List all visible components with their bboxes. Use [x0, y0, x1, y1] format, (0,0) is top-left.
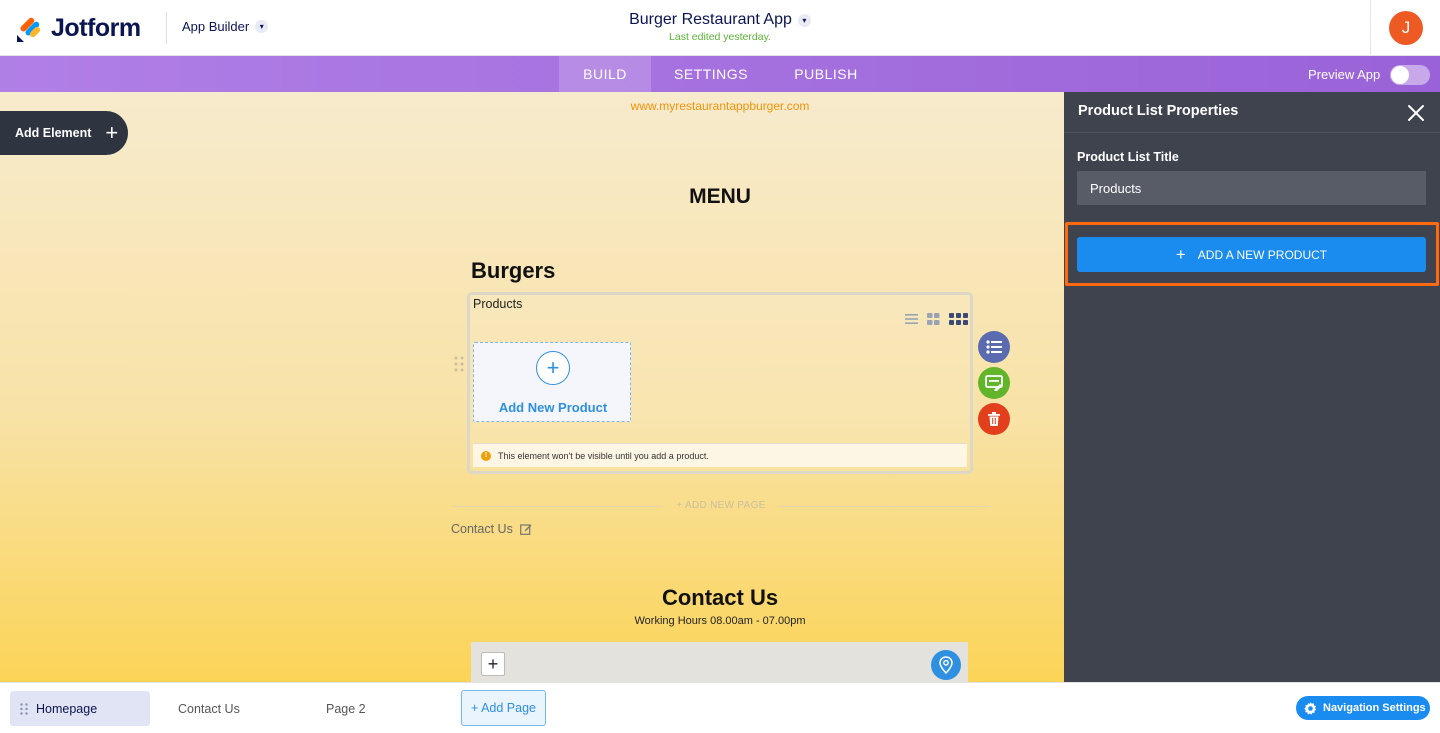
product-list-title-label: Product List Title	[1077, 150, 1179, 164]
location-map[interactable]: +	[471, 642, 968, 682]
element-edit-button[interactable]	[978, 367, 1010, 399]
top-header: Jotform App Builder ▾ Burger Restaurant …	[0, 0, 1440, 56]
page-tab-label: Homepage	[36, 701, 98, 716]
add-new-product-card[interactable]: + Add New Product	[473, 342, 631, 422]
app-title: Burger Restaurant App	[629, 11, 792, 28]
properties-panel: Product List Properties Product List Tit…	[1064, 92, 1440, 682]
contact-heading: Contact Us	[661, 585, 779, 610]
add-new-page-label: + ADD NEW PAGE	[676, 500, 766, 511]
close-icon[interactable]	[1404, 101, 1428, 125]
navigation-settings-label: Navigation Settings	[1323, 702, 1426, 714]
list-properties-icon	[986, 340, 1002, 354]
tab-publish[interactable]: PUBLISH	[781, 56, 871, 92]
section-heading: Burgers	[471, 258, 556, 283]
app-canvas: www.myrestaurantappburger.com Add Elemen…	[0, 92, 1064, 682]
avatar-divider	[1370, 0, 1371, 56]
element-delete-button[interactable]	[978, 403, 1010, 435]
drag-handle-icon[interactable]	[454, 356, 464, 372]
working-hours: Working Hours 08.00am - 07.00pm	[634, 615, 806, 627]
builder-nav: BUILD SETTINGS PUBLISH Preview App	[0, 56, 1440, 92]
page-tab-label: Contact Us	[178, 701, 240, 716]
list-view-icon[interactable]	[905, 313, 918, 325]
tab-settings[interactable]: SETTINGS	[661, 56, 761, 92]
element-properties-button[interactable]	[978, 331, 1010, 363]
product-list-title: Products	[473, 297, 523, 311]
panel-header: Product List Properties	[1064, 92, 1440, 133]
panel-title: Product List Properties	[1078, 103, 1239, 119]
map-pin-icon[interactable]	[931, 650, 961, 680]
plus-icon: +	[1175, 244, 1186, 264]
add-new-product-button-label: ADD A NEW PRODUCT	[1197, 247, 1328, 262]
trash-icon	[988, 412, 1000, 426]
page-tab-page-2[interactable]: Page 2	[326, 691, 366, 726]
location-pin-icon	[939, 656, 953, 674]
navigation-settings-button[interactable]: Navigation Settings	[1296, 696, 1430, 720]
gear-icon	[1304, 701, 1317, 715]
warning-icon: !	[481, 450, 491, 461]
site-url-link[interactable]: www.myrestaurantappburger.com	[0, 99, 1064, 113]
page-navigation-bar: Homepage Contact Us Page 2	[0, 682, 1440, 733]
compact-grid-view-icon[interactable]	[949, 313, 968, 325]
map-zoom-in-button[interactable]: +	[481, 652, 505, 676]
drag-handle-icon[interactable]	[20, 702, 28, 715]
add-new-page-link[interactable]: + ADD NEW PAGE	[452, 500, 990, 511]
product-list-title-input[interactable]	[1077, 171, 1426, 205]
page-label-contact[interactable]: Contact Us	[451, 522, 532, 536]
chevron-down-icon: ▾	[797, 13, 811, 27]
preview-app-toggle[interactable]	[1390, 65, 1430, 85]
toggle-knob	[1391, 66, 1409, 84]
product-list-element[interactable]: Products + Add New Product ! This elemen…	[467, 292, 973, 474]
last-edited-status: Last edited yesterday.	[669, 31, 771, 43]
page-name: Contact Us	[451, 522, 513, 536]
page-tab-contact-us[interactable]: Contact Us	[178, 691, 240, 726]
preview-app-label: Preview App	[1308, 67, 1381, 82]
edit-icon[interactable]	[519, 523, 532, 535]
visibility-warning: ! This element won't be visible until yo…	[473, 443, 967, 467]
edit-card-icon	[985, 375, 1003, 391]
add-new-product-button[interactable]: + ADD A NEW PRODUCT	[1077, 237, 1426, 272]
menu-heading: MENU	[689, 185, 751, 208]
page-tab-label: Page 2	[326, 701, 366, 716]
plus-circle-icon: +	[536, 351, 570, 385]
add-element-button[interactable]: Add Element +	[0, 111, 128, 155]
add-page-button[interactable]: + Add Page	[461, 690, 546, 726]
add-element-label: Add Element	[15, 126, 92, 140]
tab-build[interactable]: BUILD	[559, 56, 651, 92]
add-new-product-label: Add New Product	[498, 400, 608, 415]
view-switcher	[905, 313, 968, 325]
app-title-dropdown[interactable]: Burger Restaurant App ▾	[629, 11, 811, 29]
page-tab-homepage[interactable]: Homepage	[10, 691, 150, 726]
plus-icon: +	[105, 120, 119, 145]
app-title-area: Burger Restaurant App ▾ Last edited yest…	[0, 11, 1440, 43]
grid-view-icon[interactable]	[927, 313, 940, 325]
warning-text: This element won't be visible until you …	[498, 450, 709, 461]
user-avatar[interactable]: J	[1389, 11, 1423, 45]
